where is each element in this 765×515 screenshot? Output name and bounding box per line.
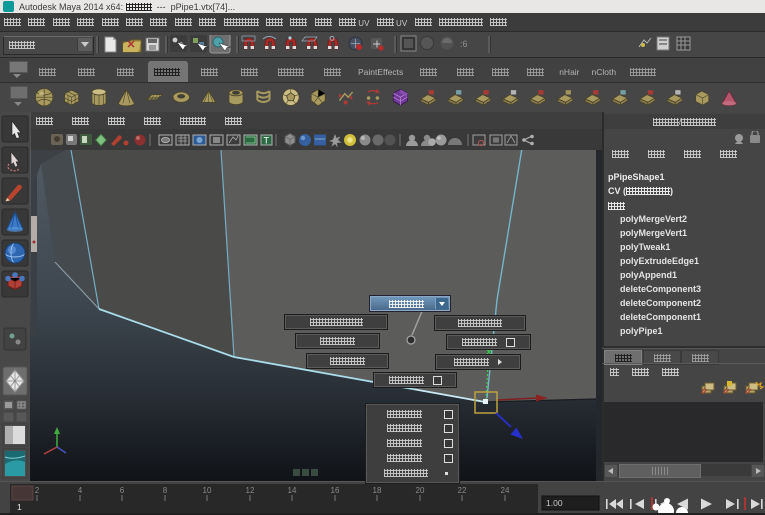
svg-text:14: 14 bbox=[288, 486, 297, 495]
svg-text:24: 24 bbox=[501, 486, 510, 495]
svg-text:16: 16 bbox=[331, 486, 340, 495]
svg-text:8: 8 bbox=[163, 486, 168, 495]
svg-text::6: :6 bbox=[460, 39, 468, 49]
svg-text:20: 20 bbox=[416, 486, 425, 495]
svg-text:10: 10 bbox=[203, 486, 212, 495]
svg-text:12: 12 bbox=[246, 486, 255, 495]
svg-text:1.00: 1.00 bbox=[546, 498, 563, 508]
svg-text:4: 4 bbox=[78, 486, 83, 495]
svg-text:22: 22 bbox=[458, 486, 467, 495]
svg-text:18: 18 bbox=[373, 486, 382, 495]
svg-text:T: T bbox=[264, 136, 270, 146]
svg-text:1: 1 bbox=[17, 502, 22, 512]
svg-text:6: 6 bbox=[120, 486, 125, 495]
svg-text:2: 2 bbox=[35, 486, 40, 495]
